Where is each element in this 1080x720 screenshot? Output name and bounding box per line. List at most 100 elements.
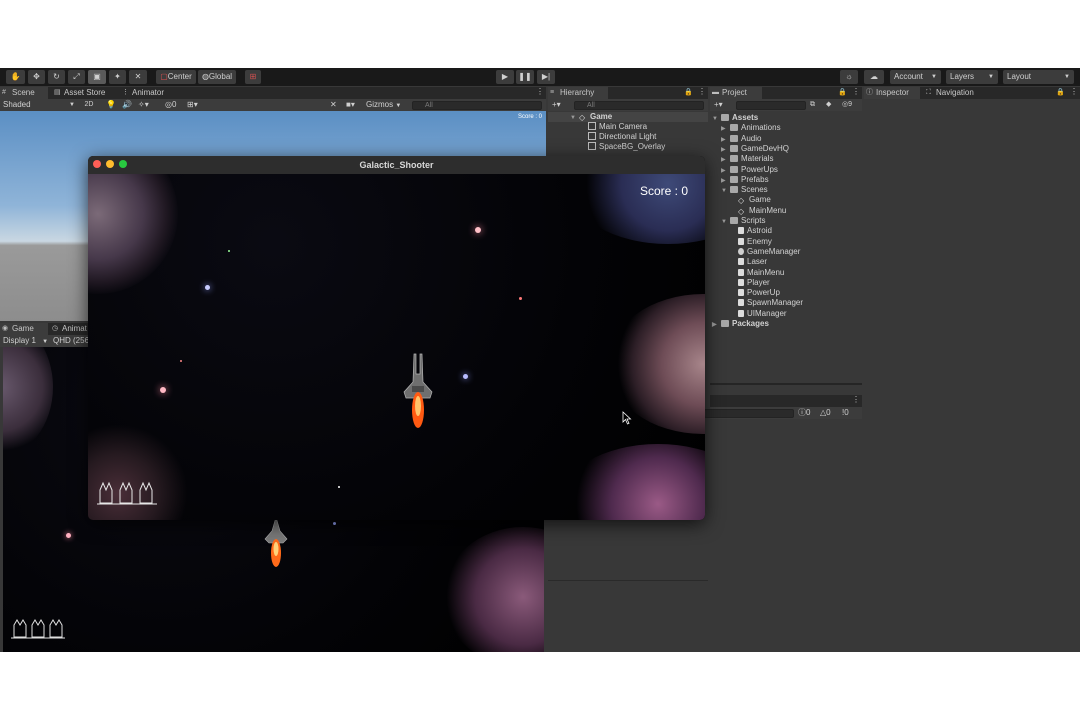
script-label: Player [747,277,770,287]
script-label: Laser [747,257,768,267]
window-title: Galactic_Shooter [359,160,434,170]
step-icon[interactable]: ▶| [537,70,555,84]
kebab-menu-icon[interactable]: ⋮ [852,87,860,96]
display-dropdown[interactable]: Display 1 ▼ [3,336,48,346]
tab-hierarchy[interactable]: ≡ Hierarchy [548,87,608,99]
draw-mode-dropdown[interactable]: Shaded ▼ [3,100,75,110]
kebab-menu-icon[interactable]: ⋮ [698,87,706,96]
script-label: MainMenu [747,267,785,277]
mouse-cursor-icon [622,411,632,425]
console-info-toggle[interactable]: ⓘ0 [798,408,810,418]
hand-tool-icon[interactable]: ✋ [6,70,25,84]
script-asset[interactable]: Enemy [738,237,772,247]
script-asset[interactable]: PowerUp [738,288,780,298]
scale-tool-icon[interactable]: ⤢ [68,70,85,84]
audio-icon[interactable]: 🔊 [122,100,132,110]
console-search-input[interactable] [704,408,794,418]
script-asset[interactable]: UIManager [738,309,787,319]
tab-animator[interactable]: ⋮ Animator [120,87,170,99]
tab-game[interactable]: ◉ Game [0,323,48,335]
packages-root[interactable]: ▶ Packages [712,319,769,329]
script-asset[interactable]: MainMenu [738,268,784,278]
project-search-input[interactable] [736,100,806,110]
pivot-center-button[interactable]: ▢Center [156,70,196,84]
transform-tool-icon[interactable]: ✦ [109,70,126,84]
custom-tool-icon[interactable]: ✕ [129,70,147,84]
project-folder[interactable]: ▶ GameDevHQ [721,144,789,154]
eye-icon: ◎ [165,100,172,109]
tab-scene[interactable]: # Scene [0,87,48,99]
lock-icon[interactable]: 🔒 [1056,88,1065,96]
camera-icon[interactable]: ■▾ [346,100,355,110]
hidden-objects-toggle[interactable]: ◎0 [165,100,176,110]
script-asset[interactable]: Laser [738,257,767,267]
assets-root[interactable]: ▼ Assets [712,113,758,123]
script-asset[interactable]: Astroid [738,226,772,236]
project-folder[interactable]: ▶ PowerUps [721,165,778,175]
hierarchy-search-input[interactable]: All [574,100,704,110]
kebab-menu-icon[interactable]: ⋮ [1070,87,1078,96]
lock-icon[interactable]: 🔒 [838,88,847,96]
layout-dropdown[interactable]: Layout ▼ [1003,70,1074,84]
tab-navigation[interactable]: ⛶ Navigation [924,87,988,99]
console-warning-toggle[interactable]: △0 [820,408,831,418]
tab-animation[interactable]: ◷ Animat [50,323,90,335]
scene-asset[interactable]: ◇ Game [738,195,771,205]
grid-snap-icon[interactable]: ⊞ [245,70,261,84]
scene-asset-label: Game [749,195,771,205]
cloud-icon[interactable]: ☁ [864,70,884,84]
console-toolbar: ⓘ0 △0 !0 [704,407,862,419]
hierarchy-item[interactable]: Directional Light [588,132,656,142]
project-folder[interactable]: ▶ Animations [721,123,781,133]
gizmos-dropdown[interactable]: Gizmos ▼ [366,100,401,110]
lighting-icon[interactable]: 💡 [106,100,116,110]
project-folder[interactable]: ▶ Materials [721,154,773,164]
space-label: Global [208,72,233,81]
project-folder-scenes[interactable]: ▼ Scenes [721,185,768,195]
scene-search-input[interactable]: All [412,100,542,110]
space-global-button[interactable]: ◍Global [198,70,236,84]
sun-icon[interactable]: ☼ [840,70,858,84]
kebab-menu-icon[interactable]: ⋮ [852,395,860,404]
project-folder-scripts[interactable]: ▼ Scripts [721,216,765,226]
hierarchy-tabbar: ≡ Hierarchy 🔒 ⋮ [548,87,708,99]
tools-icon[interactable]: ✕ [330,100,337,110]
filter-type-icon[interactable]: ⧉ [810,100,815,110]
project-folder[interactable]: ▶ Prefabs [721,175,769,185]
folder-label: Prefabs [741,174,769,184]
script-asset[interactable]: SpawnManager [738,298,803,308]
kebab-menu-icon[interactable]: ⋮ [536,87,544,96]
tab-asset-store[interactable]: ▤ Asset Store [52,87,110,99]
tab-project[interactable]: ▬ Project [710,87,762,99]
layers-dropdown[interactable]: Layers ▼ [946,70,998,84]
add-object-button[interactable]: +▾ [552,100,561,110]
rotate-tool-icon[interactable]: ↻ [48,70,65,84]
project-folder[interactable]: ▶ Audio [721,134,761,144]
play-icon[interactable]: ▶ [496,70,514,84]
nebula-left [3,347,53,457]
grid-toggle-icon[interactable]: ⊞▾ [187,100,198,110]
create-asset-button[interactable]: +▾ [714,100,723,110]
mode-2d-button[interactable]: 2D [82,100,96,110]
pause-icon[interactable]: ❚❚ [516,70,534,84]
script-asset[interactable]: GameManager [738,247,800,257]
folder-icon [730,134,738,142]
effects-icon[interactable]: ✧▾ [138,100,149,110]
script-asset[interactable]: Player [738,278,770,288]
display-label: Display 1 [3,336,36,345]
game-viewport[interactable]: Score : 0 [88,174,705,520]
scene-asset[interactable]: ◇ MainMenu [738,206,786,216]
hierarchy-scene-row[interactable]: ▼ ◇ Game [548,112,708,122]
hidden-packages-toggle[interactable]: ◎9 [842,100,852,110]
tab-inspector[interactable]: ⓘ Inspector [864,87,920,99]
hierarchy-item[interactable]: Main Camera [588,122,647,132]
console-error-toggle[interactable]: !0 [842,408,849,418]
move-tool-icon[interactable]: ✥ [28,70,45,84]
label-icon[interactable]: ◆ [826,100,831,110]
lock-icon[interactable]: 🔒 [684,88,693,96]
rect-tool-icon[interactable]: ▣ [88,70,106,84]
resolution-dropdown[interactable]: QHD (256 [53,336,89,346]
account-dropdown[interactable]: Account ▼ [890,70,941,84]
game-window[interactable]: Galactic_Shooter Score : 0 [88,156,705,520]
hierarchy-item[interactable]: SpaceBG_Overlay [588,142,665,152]
